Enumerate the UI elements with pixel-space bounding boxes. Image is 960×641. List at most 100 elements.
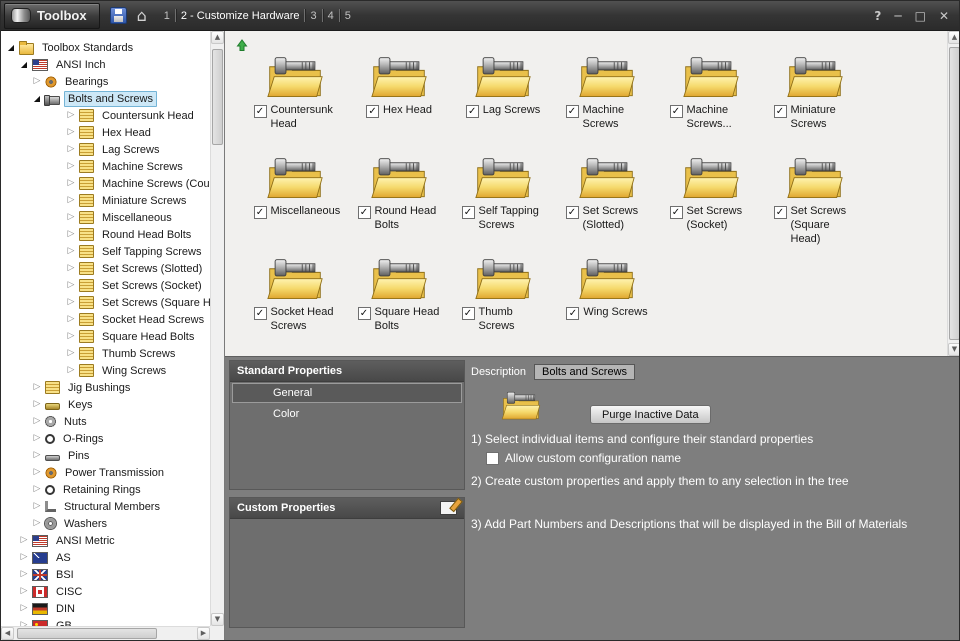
folder-checkbox[interactable]: ✓ (669, 206, 683, 219)
tree-item[interactable]: Set Screws (Square Head (1, 294, 210, 311)
folder-checkbox[interactable]: ✓ (566, 307, 580, 320)
tree-item[interactable]: Machine Screws (Counter (1, 175, 210, 192)
tree-item[interactable]: CISC (1, 583, 210, 600)
tree-expander-icon[interactable] (65, 315, 77, 324)
scroll-right-icon[interactable]: ▶ (197, 627, 210, 640)
tree-item[interactable]: Round Head Bolts (1, 226, 210, 243)
tree-vertical-scrollbar[interactable]: ▲ ▼ (210, 31, 224, 626)
scroll-left-icon[interactable]: ◀ (1, 627, 14, 640)
tree-item[interactable]: Countersunk Head (1, 107, 210, 124)
tree-item[interactable]: Bearings (1, 73, 210, 90)
up-one-level-icon[interactable] (234, 37, 250, 53)
tree-item[interactable]: DIN (1, 600, 210, 617)
folder-checkbox[interactable]: ✓ (357, 307, 371, 320)
tree-expander-icon[interactable] (18, 570, 30, 579)
scrollbar-thumb[interactable] (17, 628, 157, 639)
hardware-folder[interactable]: ✓ Socket Head Screws (243, 257, 347, 358)
tree-item[interactable]: Wing Screws (1, 362, 210, 379)
tree-item[interactable]: Nuts (1, 413, 210, 430)
purge-inactive-data-button[interactable]: Purge Inactive Data (590, 405, 711, 424)
step-tab[interactable]: 3 (305, 10, 321, 22)
folder-checkbox[interactable]: ✓ (565, 206, 579, 219)
tree-expander-icon[interactable] (65, 111, 77, 120)
folder-checkbox[interactable]: ✓ (253, 206, 267, 219)
scroll-up-icon[interactable]: ▲ (948, 31, 959, 44)
scroll-down-icon[interactable]: ▼ (211, 613, 224, 626)
hardware-folder[interactable]: ✓ Square Head Bolts (347, 257, 451, 358)
step-tab[interactable]: 1 (159, 10, 175, 22)
tree-expander-icon[interactable] (18, 61, 30, 69)
tree-item[interactable]: O-Rings (1, 430, 210, 447)
tree-expander-icon[interactable] (18, 553, 30, 562)
hardware-folder[interactable]: ✓ Lag Screws (451, 55, 555, 156)
minimize-button[interactable]: ─ (894, 10, 901, 22)
tree-expander-icon[interactable] (5, 44, 17, 52)
hardware-folder[interactable]: ✓ Self Tapping Screws (451, 156, 555, 257)
tree-expander-icon[interactable] (65, 247, 77, 256)
tree-item[interactable]: Miscellaneous (1, 209, 210, 226)
tree-item[interactable]: BSI (1, 566, 210, 583)
tree-expander-icon[interactable] (65, 332, 77, 341)
tree-expander-icon[interactable] (31, 468, 43, 477)
tree-expander-icon[interactable] (31, 77, 43, 86)
folder-checkbox[interactable]: ✓ (669, 105, 683, 118)
folder-checkbox[interactable]: ✓ (357, 206, 371, 219)
tree-expander-icon[interactable] (31, 383, 43, 392)
toolbox-menu-button[interactable]: Toolbox (4, 2, 100, 29)
tree-item[interactable]: Hex Head (1, 124, 210, 141)
tree-expander-icon[interactable] (18, 536, 30, 545)
step-tab[interactable]: 2 - Customize Hardware (176, 10, 305, 22)
tree-item[interactable]: Pins (1, 447, 210, 464)
tree-item[interactable]: Self Tapping Screws (1, 243, 210, 260)
tree-expander-icon[interactable] (65, 213, 77, 222)
tree-item[interactable]: Retaining Rings (1, 481, 210, 498)
tree-expander-icon[interactable] (65, 366, 77, 375)
tree-item[interactable]: Bolts and Screws (1, 90, 210, 107)
tree-expander-icon[interactable] (31, 502, 43, 511)
tree-item[interactable]: Set Screws (Socket) (1, 277, 210, 294)
hardware-folder[interactable]: ✓ Thumb Screws (451, 257, 555, 358)
tree-item[interactable]: Socket Head Screws (1, 311, 210, 328)
tree-expander-icon[interactable] (31, 95, 43, 103)
scrollbar-thumb[interactable] (949, 47, 959, 340)
folder-checkbox[interactable]: ✓ (465, 105, 479, 118)
folder-checkbox[interactable]: ✓ (461, 307, 475, 320)
tree-expander-icon[interactable] (31, 417, 43, 426)
property-page-item[interactable]: General (232, 383, 462, 403)
tree-item[interactable]: Power Transmission (1, 464, 210, 481)
folder-checkbox[interactable]: ✓ (773, 206, 787, 219)
tree-item[interactable]: ANSI Metric (1, 532, 210, 549)
tree-expander-icon[interactable] (65, 298, 77, 307)
hardware-folder[interactable]: ✓ Set Screws (Socket) (659, 156, 763, 257)
folder-checkbox[interactable]: ✓ (253, 307, 267, 320)
hardware-folder[interactable]: ✓ Machine Screws... (659, 55, 763, 156)
hardware-folder[interactable]: ✓ Set Screws (Square Head) (763, 156, 867, 257)
close-button[interactable]: ✕ (939, 10, 949, 22)
hardware-folder[interactable]: ✓ Hex Head (347, 55, 451, 156)
save-icon[interactable] (109, 7, 127, 24)
tree-item[interactable]: AS (1, 549, 210, 566)
folder-checkbox[interactable]: ✓ (366, 105, 380, 118)
tree-item[interactable]: Miniature Screws (1, 192, 210, 209)
home-icon[interactable]: ⌂ (137, 7, 147, 24)
folder-checkbox[interactable]: ✓ (461, 206, 475, 219)
folder-checkbox[interactable]: ✓ (253, 105, 267, 118)
tree-item[interactable]: ANSI Inch (1, 56, 210, 73)
add-custom-property-icon[interactable] (440, 501, 457, 515)
tree-item[interactable]: Lag Screws (1, 141, 210, 158)
content-vertical-scrollbar[interactable]: ▲ ▼ (947, 31, 959, 356)
tree-horizontal-scrollbar[interactable]: ◀ ▶ (1, 626, 210, 640)
tree-item[interactable]: GB (1, 617, 210, 626)
tree-expander-icon[interactable] (65, 281, 77, 290)
tree-item[interactable]: Square Head Bolts (1, 328, 210, 345)
tree-expander-icon[interactable] (31, 434, 43, 443)
allow-custom-config-checkbox[interactable] (486, 452, 499, 465)
tree-expander-icon[interactable] (65, 230, 77, 239)
folder-checkbox[interactable]: ✓ (773, 105, 787, 118)
tree-expander-icon[interactable] (65, 196, 77, 205)
tree-item[interactable]: Set Screws (Slotted) (1, 260, 210, 277)
tree-expander-icon[interactable] (31, 485, 43, 494)
step-tab[interactable]: 5 (340, 10, 356, 22)
tree-expander-icon[interactable] (31, 400, 43, 409)
step-tab[interactable]: 4 (323, 10, 339, 22)
